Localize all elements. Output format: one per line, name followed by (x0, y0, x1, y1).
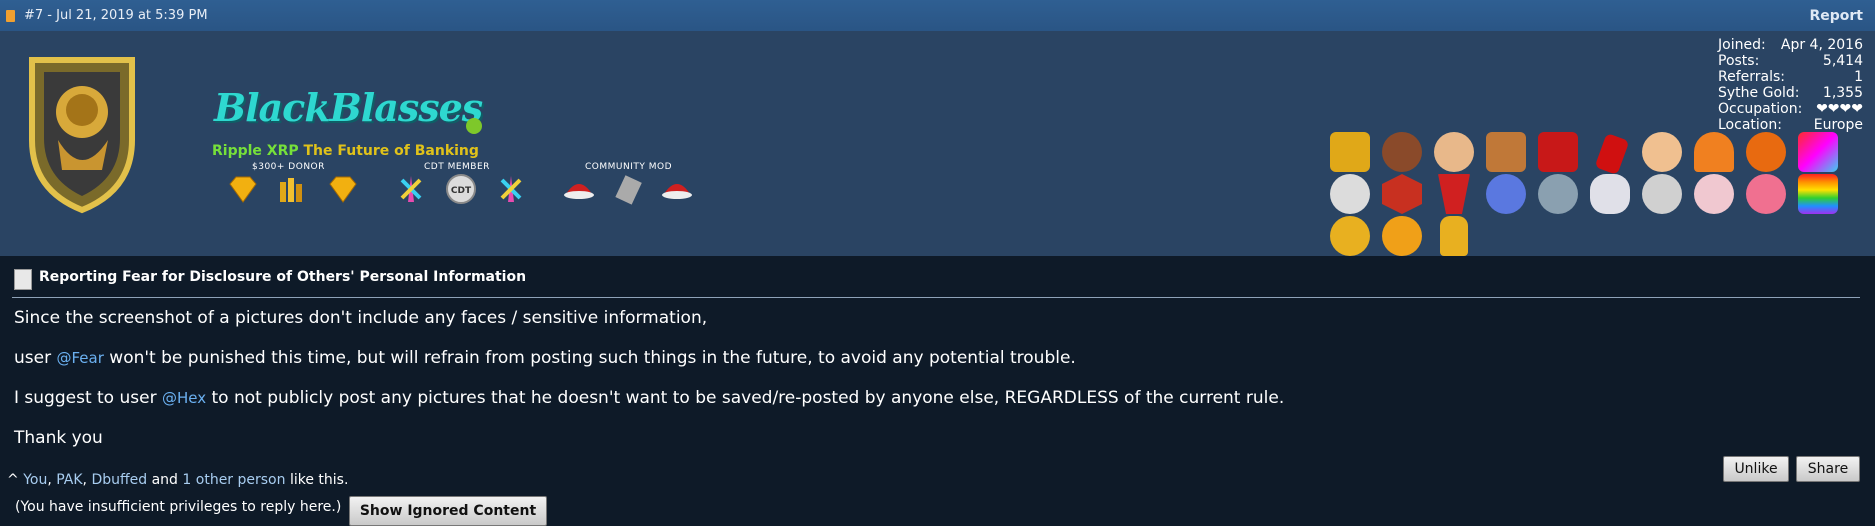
lion-trophy-icon[interactable] (1330, 132, 1370, 172)
red-cap-icon[interactable] (562, 172, 596, 206)
user-title-highlight: Ripple XRP (212, 143, 299, 159)
message-line-2: user @Fear won't be punished this time, … (14, 348, 1076, 368)
gold-diamond-icon[interactable] (326, 172, 360, 206)
badge-caption-mod: COMMUNITY MOD (585, 162, 673, 172)
badge-caption-cdt: CDT MEMBER (424, 162, 490, 172)
post-number-date[interactable]: #7 - Jul 21, 2019 at 5:39 PM (24, 8, 208, 23)
scroll-icon[interactable] (612, 172, 646, 206)
cdt-sparkle-icon[interactable] (494, 172, 528, 206)
svg-text:CDT: CDT (451, 186, 472, 196)
username[interactable]: BlackBlasses (214, 85, 483, 130)
user-title: Ripple XRP The Future of Banking (212, 143, 479, 159)
rainbow-flag-icon[interactable] (1798, 174, 1838, 214)
red-cap-icon[interactable] (660, 172, 694, 206)
face-trophy-icon[interactable] (1434, 132, 1474, 172)
cdt-badge-icon[interactable] (1330, 174, 1370, 214)
gold-stack-icon[interactable] (274, 172, 308, 206)
thread-title[interactable]: Reporting Fear for Disclosure of Others'… (39, 269, 526, 285)
potato-trophy-icon[interactable] (1798, 132, 1838, 172)
stat-posts: Posts: 5,414 (1718, 53, 1863, 69)
pumpkin-icon[interactable] (1746, 132, 1786, 172)
message-line-1: Since the screenshot of a pictures don't… (14, 308, 708, 328)
show-ignored-content-button[interactable]: Show Ignored Content (349, 496, 547, 526)
easter-basket-icon[interactable] (1486, 132, 1526, 172)
divider (12, 297, 1860, 298)
hedgehog-icon[interactable] (1538, 174, 1578, 214)
mention-hex[interactable]: @Hex (162, 389, 206, 407)
message-line-4: Thank you (14, 428, 103, 448)
horseshoe-icon[interactable] (1694, 132, 1734, 172)
avatar[interactable] (22, 50, 142, 215)
level-18-icon[interactable] (1382, 216, 1422, 256)
statue-icon[interactable] (1642, 174, 1682, 214)
like-user-you[interactable]: You (23, 472, 47, 488)
like-other-link[interactable]: other person (191, 472, 286, 488)
gold-medal-icon[interactable] (1330, 216, 1370, 256)
user-stats: Joined: Apr 4, 2016 Posts: 5,414 Referrals… (1718, 37, 1863, 133)
cdt-member-badge-icon[interactable]: CDT (444, 172, 478, 206)
like-user-dbuffed[interactable]: Dbuffed (91, 472, 147, 488)
mention-fear[interactable]: @Fear (56, 349, 103, 367)
thread-icon (14, 269, 32, 290)
user-title-rest: The Future of Banking (298, 143, 479, 159)
online-status-icon (466, 118, 482, 134)
padlock-icon[interactable] (1440, 216, 1468, 256)
message-line-3: I suggest to user @Hex to not publicly p… (14, 388, 1285, 408)
heart-face-icon[interactable] (1746, 174, 1786, 214)
like-user-pak[interactable]: PAK (56, 472, 82, 488)
stat-occupation: Occupation: ❤❤❤❤ (1718, 101, 1863, 117)
red-chair-icon[interactable] (1538, 132, 1578, 172)
discord-icon[interactable] (1486, 174, 1526, 214)
badge-caption-donor: $300+ DONOR (252, 162, 325, 172)
bunny-icon[interactable] (1694, 174, 1734, 214)
monkey-trophy-icon[interactable] (1382, 132, 1422, 172)
reply-privileges-notice: (You have insufficient privileges to rep… (15, 499, 342, 515)
fry-trophy-icon[interactable] (1642, 132, 1682, 172)
stat-joined: Joined: Apr 4, 2016 (1718, 37, 1863, 53)
stat-sythe-gold: Sythe Gold: 1,355 (1718, 85, 1863, 101)
report-link[interactable]: Report (1809, 8, 1863, 24)
likes-summary: ^ You, PAK, Dbuffed and 1 other person l… (7, 472, 349, 488)
gold-diamond-icon[interactable] (226, 172, 260, 206)
stat-referrals: Referrals: 1 (1718, 69, 1863, 85)
share-button[interactable]: Share (1796, 456, 1860, 482)
cat-icon[interactable] (1590, 174, 1630, 214)
post-icon (6, 10, 15, 22)
stat-location: Location: Europe (1718, 117, 1863, 133)
cdt-sparkle-icon[interactable] (394, 172, 428, 206)
like-count-link[interactable]: 1 (182, 472, 191, 488)
post-header-bar: #7 - Jul 21, 2019 at 5:39 PM Report (0, 0, 1875, 31)
unlike-button[interactable]: Unlike (1723, 456, 1789, 482)
